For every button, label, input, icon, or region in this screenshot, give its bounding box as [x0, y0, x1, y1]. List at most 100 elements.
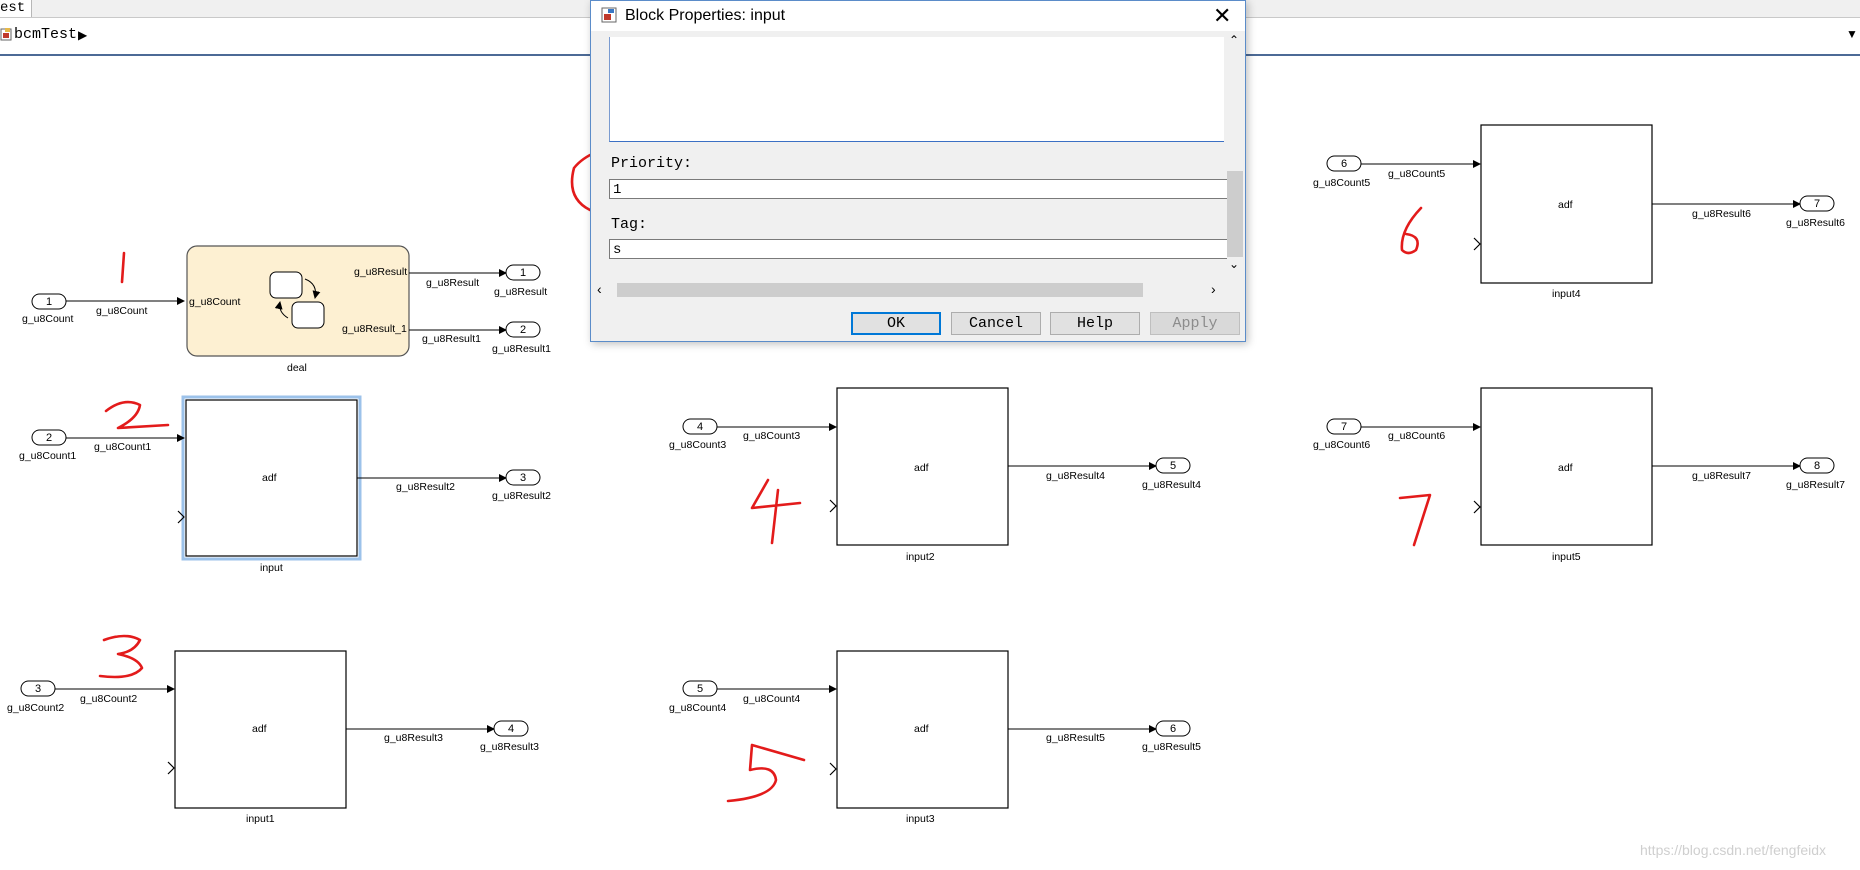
- inport-5-name: g_u8Count4: [669, 702, 726, 714]
- chart-out-port2-label: g_u8Result_1: [342, 323, 407, 335]
- signal-label-out5: g_u8Result4: [1046, 470, 1105, 482]
- outport-7[interactable]: 7 g_u8Result6: [1786, 195, 1845, 229]
- block-properties-icon: [601, 7, 617, 23]
- signal-label-out1: g_u8Result: [426, 277, 479, 289]
- chart-block-deal[interactable]: g_u8Count g_u8Result g_u8Result_1 deal: [186, 245, 410, 374]
- inport-6-num: 6: [1341, 158, 1347, 170]
- dialog-title: Block Properties: input: [625, 7, 786, 24]
- outport-6[interactable]: 6 g_u8Result5: [1142, 720, 1201, 753]
- outport-3[interactable]: 3 g_u8Result2: [492, 469, 551, 502]
- outport-2-name: g_u8Result1: [492, 343, 551, 355]
- signal-label-out8: g_u8Result7: [1692, 470, 1751, 482]
- vertical-scroll-thumb[interactable]: [1227, 171, 1243, 257]
- subsystem-input4[interactable]: adf input4: [1473, 124, 1653, 300]
- signal-label-out4: g_u8Result3: [384, 732, 443, 744]
- chart-out-port1-label: g_u8Result: [354, 266, 407, 278]
- scroll-left-icon[interactable]: ‹: [597, 281, 602, 297]
- outport-7-num: 7: [1814, 198, 1820, 210]
- signal-label-out2: g_u8Result1: [422, 333, 481, 345]
- inport-4-num: 4: [697, 421, 703, 433]
- signal-label-in6: g_u8Count5: [1388, 168, 1445, 180]
- outport-5-name: g_u8Result4: [1142, 479, 1201, 491]
- inport-2[interactable]: 2 g_u8Count1: [19, 429, 76, 462]
- inport-6[interactable]: 6 g_u8Count5: [1313, 155, 1370, 189]
- apply-button[interactable]: Apply: [1150, 312, 1240, 335]
- inport-1-name: g_u8Count: [22, 313, 73, 325]
- subsystem-input4-text: adf: [1558, 199, 1573, 211]
- subsystem-input3-text: adf: [914, 723, 929, 735]
- inport-3-name: g_u8Count2: [7, 702, 64, 714]
- handwritten-mark-3: [98, 634, 144, 679]
- dialog-titlebar[interactable]: Block Properties: input ✕: [591, 1, 1245, 31]
- scroll-right-icon[interactable]: ›: [1211, 281, 1216, 297]
- tag-input[interactable]: s: [609, 239, 1229, 259]
- outport-4[interactable]: 4 g_u8Result3: [480, 720, 539, 753]
- subsystem-input-name: input: [260, 562, 283, 574]
- description-textarea[interactable]: [609, 37, 1224, 142]
- help-button[interactable]: Help: [1050, 312, 1140, 335]
- handwritten-mark-2: [104, 400, 170, 430]
- outport-5[interactable]: 5 g_u8Result4: [1142, 457, 1201, 491]
- outport-8-name: g_u8Result7: [1786, 479, 1845, 491]
- signal-label-out6: g_u8Result5: [1046, 732, 1105, 744]
- watermark: https://blog.csdn.net/fengfeidx: [1640, 842, 1827, 858]
- dialog-content: Priority: 1 Tag: s ⌃ ⌄: [593, 31, 1243, 273]
- inport-5[interactable]: 5 g_u8Count4: [669, 680, 726, 714]
- subsystem-input2-name: input2: [906, 551, 935, 563]
- inport-6-name: g_u8Count5: [1313, 177, 1370, 189]
- close-icon[interactable]: ✕: [1213, 3, 1231, 29]
- inport-5-num: 5: [697, 683, 703, 695]
- subsystem-input1-name: input1: [246, 813, 275, 825]
- signal-label-in5: g_u8Count4: [743, 693, 800, 705]
- outport-8-num: 8: [1814, 460, 1820, 472]
- handwritten-mark-4: [750, 478, 802, 545]
- outport-4-name: g_u8Result3: [480, 741, 539, 753]
- outport-8[interactable]: 8 g_u8Result7: [1786, 457, 1845, 491]
- subsystem-input-text: adf: [262, 472, 277, 484]
- inport-7-name: g_u8Count6: [1313, 439, 1370, 451]
- scroll-down-icon[interactable]: ⌄: [1229, 257, 1239, 271]
- outport-5-num: 5: [1170, 460, 1176, 472]
- signal-label-in2: g_u8Count1: [94, 441, 151, 453]
- outport-2[interactable]: 2 g_u8Result1: [492, 321, 551, 355]
- inport-7-num: 7: [1341, 421, 1347, 433]
- subsystem-input[interactable]: adf input: [177, 395, 362, 574]
- chart-in-port-label: g_u8Count: [189, 296, 240, 308]
- tag-label: Tag:: [611, 216, 648, 233]
- cancel-button[interactable]: Cancel: [951, 312, 1041, 335]
- inport-3[interactable]: 3 g_u8Count2: [7, 680, 64, 714]
- outport-3-num: 3: [520, 472, 526, 484]
- inport-3-num: 3: [35, 683, 41, 695]
- outport-1-name: g_u8Result: [494, 286, 547, 298]
- subsystem-input3[interactable]: adf input3: [829, 650, 1009, 825]
- inport-7[interactable]: 7 g_u8Count6: [1313, 418, 1370, 451]
- inport-1-num: 1: [46, 296, 52, 308]
- subsystem-input3-name: input3: [906, 813, 935, 825]
- chart-block-name: deal: [287, 362, 307, 374]
- subsystem-input1[interactable]: adf input1: [167, 650, 347, 825]
- outport-3-name: g_u8Result2: [492, 490, 551, 502]
- inport-4[interactable]: 4 g_u8Count3: [669, 418, 726, 451]
- subsystem-input2-text: adf: [914, 462, 929, 474]
- signal-label-in7: g_u8Count6: [1388, 430, 1445, 442]
- outport-1[interactable]: 1 g_u8Result: [494, 264, 547, 298]
- handwritten-mark-1: [120, 251, 126, 284]
- horizontal-scroll-thumb[interactable]: [617, 283, 1143, 297]
- signal-label-out3: g_u8Result2: [396, 481, 455, 493]
- outport-7-name: g_u8Result6: [1786, 217, 1845, 229]
- subsystem-input2[interactable]: adf input2: [829, 387, 1009, 563]
- priority-input[interactable]: 1: [609, 179, 1229, 199]
- scroll-up-icon[interactable]: ⌃: [1229, 33, 1239, 47]
- ok-button[interactable]: OK: [851, 312, 941, 335]
- outport-2-num: 2: [520, 324, 526, 336]
- signal-label-out7: g_u8Result6: [1692, 208, 1751, 220]
- subsystem-input5-name: input5: [1552, 551, 1581, 563]
- outport-6-num: 6: [1170, 723, 1176, 735]
- subsystem-input5[interactable]: adf input5: [1473, 387, 1653, 563]
- outport-4-num: 4: [508, 723, 514, 735]
- subsystem-input1-text: adf: [252, 723, 267, 735]
- inport-1[interactable]: 1 g_u8Count: [22, 293, 73, 325]
- subsystem-input5-text: adf: [1558, 462, 1573, 474]
- outport-1-num: 1: [520, 267, 526, 279]
- horizontal-scrollbar[interactable]: ‹ ›: [595, 281, 1223, 299]
